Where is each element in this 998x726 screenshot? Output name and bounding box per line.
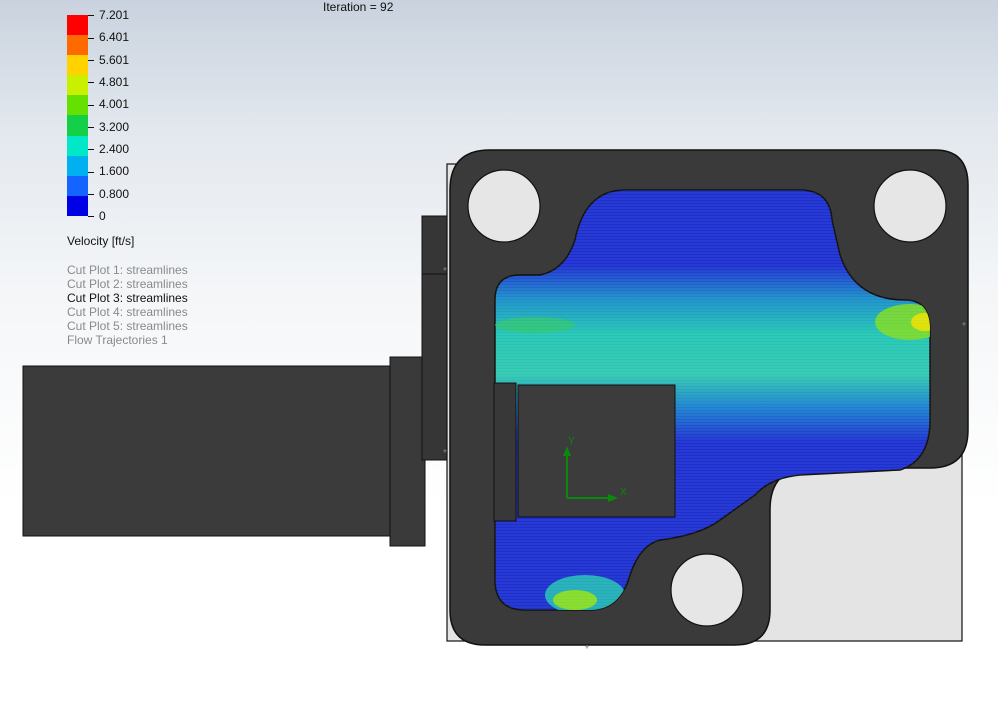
bolt-hole-top-right <box>873 169 947 243</box>
triad-x-label: X <box>620 487 627 498</box>
graphics-viewport[interactable]: * * * * Y X Iteration = 92 7.201 6.401 5.6… <box>0 0 998 726</box>
velocity-scale-ticks: 7.201 6.401 5.601 4.801 4.001 3.200 2.400 1.600… <box>88 8 148 223</box>
legend-tick-label: 6.401 <box>88 30 129 44</box>
legend-tick-label: 0.800 <box>88 187 129 201</box>
svg-text:*: * <box>962 321 966 332</box>
bolt-hole-top-left <box>467 169 541 243</box>
svg-text:*: * <box>443 266 447 277</box>
color-bar-segment <box>67 155 88 176</box>
insert-plate <box>493 382 517 522</box>
plot-list-item[interactable]: Cut Plot 3: streamlines <box>67 291 188 305</box>
plot-list-item[interactable]: Cut Plot 4: streamlines <box>67 305 188 319</box>
color-bar-segment <box>67 95 88 116</box>
velocity-color-bar <box>67 15 88 216</box>
svg-text:*: * <box>443 448 447 459</box>
shaft-body <box>22 365 392 537</box>
legend-tick-label: 1.600 <box>88 164 129 178</box>
bolt-hole-bottom <box>670 553 744 627</box>
legend-title: Velocity [ft/s] <box>67 234 135 248</box>
color-bar-segment <box>67 175 88 196</box>
legend-tick-label: 4.001 <box>88 97 129 111</box>
triad-y-label: Y <box>568 436 575 447</box>
flange-plate <box>421 215 451 461</box>
plot-list: Cut Plot 1: streamlines Cut Plot 2: strea… <box>67 263 188 347</box>
shaft-collar <box>389 356 426 547</box>
legend-tick-label: 4.801 <box>88 75 129 89</box>
color-bar-segment <box>67 135 88 156</box>
plot-list-item[interactable]: Cut Plot 5: streamlines <box>67 319 188 333</box>
legend-tick-label: 2.400 <box>88 142 129 156</box>
color-bar-segment <box>67 35 88 56</box>
color-bar-segment <box>67 15 88 36</box>
legend-tick-label: 5.601 <box>88 53 129 67</box>
svg-text:*: * <box>585 644 589 655</box>
legend-tick-label: 7.201 <box>88 8 129 22</box>
color-bar-segment <box>67 195 88 216</box>
color-bar-segment <box>67 75 88 96</box>
iteration-label: Iteration = 92 <box>323 0 394 14</box>
legend-tick-label: 3.200 <box>88 120 129 134</box>
legend-tick-label: 0 <box>88 209 106 223</box>
plot-list-item[interactable]: Flow Trajectories 1 <box>67 333 188 347</box>
model-scene[interactable]: * * * * Y X <box>0 0 998 726</box>
plot-list-item[interactable]: Cut Plot 1: streamlines <box>67 263 188 277</box>
color-bar-segment <box>67 55 88 76</box>
plot-list-item[interactable]: Cut Plot 2: streamlines <box>67 277 188 291</box>
color-bar-segment <box>67 115 88 136</box>
